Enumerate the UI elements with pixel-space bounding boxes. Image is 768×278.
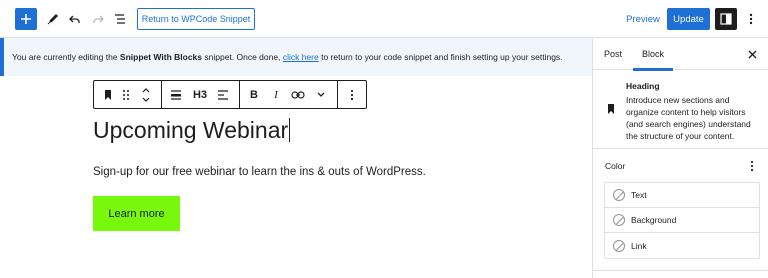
list-view-icon: [115, 14, 125, 24]
bold-icon: B: [250, 88, 258, 101]
block-card: Heading Introduce new sections and organ…: [593, 70, 768, 149]
italic-icon: I: [274, 88, 278, 101]
align-button[interactable]: [166, 81, 186, 108]
color-item-text[interactable]: Text: [605, 183, 759, 208]
options-button[interactable]: [742, 8, 760, 30]
paragraph-block[interactable]: Sign-up for our free webinar to learn th…: [93, 166, 426, 178]
toolbar-divider: [161, 81, 162, 108]
return-to-snippet-button[interactable]: Return to WPCode Snippet: [137, 8, 255, 30]
drag-handle[interactable]: [118, 81, 134, 108]
more-rich-text-button[interactable]: [311, 81, 331, 108]
notice-suffix: to return to your code snippet and finis…: [318, 52, 563, 62]
empty-swatch-icon: [613, 214, 625, 226]
add-block-button[interactable]: [15, 8, 37, 30]
document-overview-button[interactable]: [109, 8, 131, 30]
link-button[interactable]: [287, 81, 309, 108]
notice-prefix: You are currently editing the: [12, 52, 120, 62]
settings-sidebar: Post Block Heading Introduce new section…: [592, 38, 768, 278]
color-options-button[interactable]: [745, 158, 759, 174]
tools-button[interactable]: [42, 8, 64, 30]
tab-post[interactable]: Post: [601, 38, 625, 70]
block-toolbar: H3 B I: [93, 80, 367, 109]
toolbar-divider: [239, 81, 240, 108]
redo-icon: [93, 15, 104, 23]
chevron-down-icon: [317, 92, 325, 97]
plus-icon: [21, 14, 31, 24]
close-sidebar-button[interactable]: [741, 43, 763, 65]
text-align-button[interactable]: [213, 81, 233, 108]
sidebar-icon: [720, 13, 732, 25]
chevron-up-down-icon: [142, 87, 150, 102]
undo-button[interactable]: [64, 8, 86, 30]
editor-top-bar: Return to WPCode Snippet Preview Update: [0, 0, 768, 38]
toolbar-divider: [337, 81, 338, 108]
settings-toggle-button[interactable]: [715, 8, 737, 30]
color-panel-title: Color: [605, 161, 626, 171]
block-card-title: Heading: [626, 81, 660, 91]
close-icon: [748, 50, 756, 58]
pencil-icon: [47, 14, 58, 25]
redo-button[interactable]: [87, 8, 109, 30]
heading-text[interactable]: Upcoming Webinar: [93, 117, 288, 143]
color-item-label: Text: [631, 190, 647, 200]
color-item-link[interactable]: Link: [605, 233, 759, 258]
heading-level-button[interactable]: H3: [189, 81, 211, 108]
color-settings-list: Text Background Link: [604, 182, 760, 259]
block-options-button[interactable]: [342, 81, 362, 108]
empty-swatch-icon: [613, 239, 625, 252]
text-cursor: [289, 118, 291, 142]
preview-button[interactable]: Preview: [623, 8, 663, 30]
more-vertical-icon: [749, 13, 753, 25]
notice-snippet-name: Snippet With Blocks: [119, 52, 203, 62]
align-icon: [171, 89, 181, 100]
move-up-down-button[interactable]: [136, 81, 156, 108]
more-vertical-icon: [750, 160, 754, 172]
editing-notice: You are currently editing the Snippet Wi…: [0, 38, 592, 76]
notice-middle: snippet. Once done,: [202, 52, 283, 62]
block-type-button[interactable]: [98, 81, 118, 108]
sidebar-tabs: Post Block: [593, 38, 768, 71]
color-item-label: Background: [631, 215, 677, 225]
empty-swatch-icon: [613, 189, 625, 201]
undo-icon: [69, 15, 80, 23]
bookmark-icon: [608, 104, 614, 114]
color-item-label: Link: [631, 240, 647, 251]
more-vertical-icon: [350, 89, 354, 100]
color-panel: Color Text Background Link: [593, 149, 768, 278]
tab-block[interactable]: Block: [633, 38, 673, 71]
update-button[interactable]: Update: [667, 8, 710, 30]
italic-button[interactable]: I: [266, 81, 286, 108]
bookmark-icon: [105, 89, 111, 100]
drag-icon: [123, 89, 129, 100]
color-item-background[interactable]: Background: [605, 208, 759, 233]
heading-block[interactable]: Upcoming Webinar: [93, 117, 291, 144]
learn-more-button[interactable]: Learn more: [93, 196, 180, 231]
bold-button[interactable]: B: [244, 81, 264, 108]
align-left-icon: [218, 89, 228, 100]
block-card-description: Introduce new sections and organize cont…: [626, 95, 751, 141]
sidebar-divider: [593, 270, 768, 271]
notice-click-here-link[interactable]: click here: [283, 52, 319, 62]
link-icon: [291, 90, 305, 99]
